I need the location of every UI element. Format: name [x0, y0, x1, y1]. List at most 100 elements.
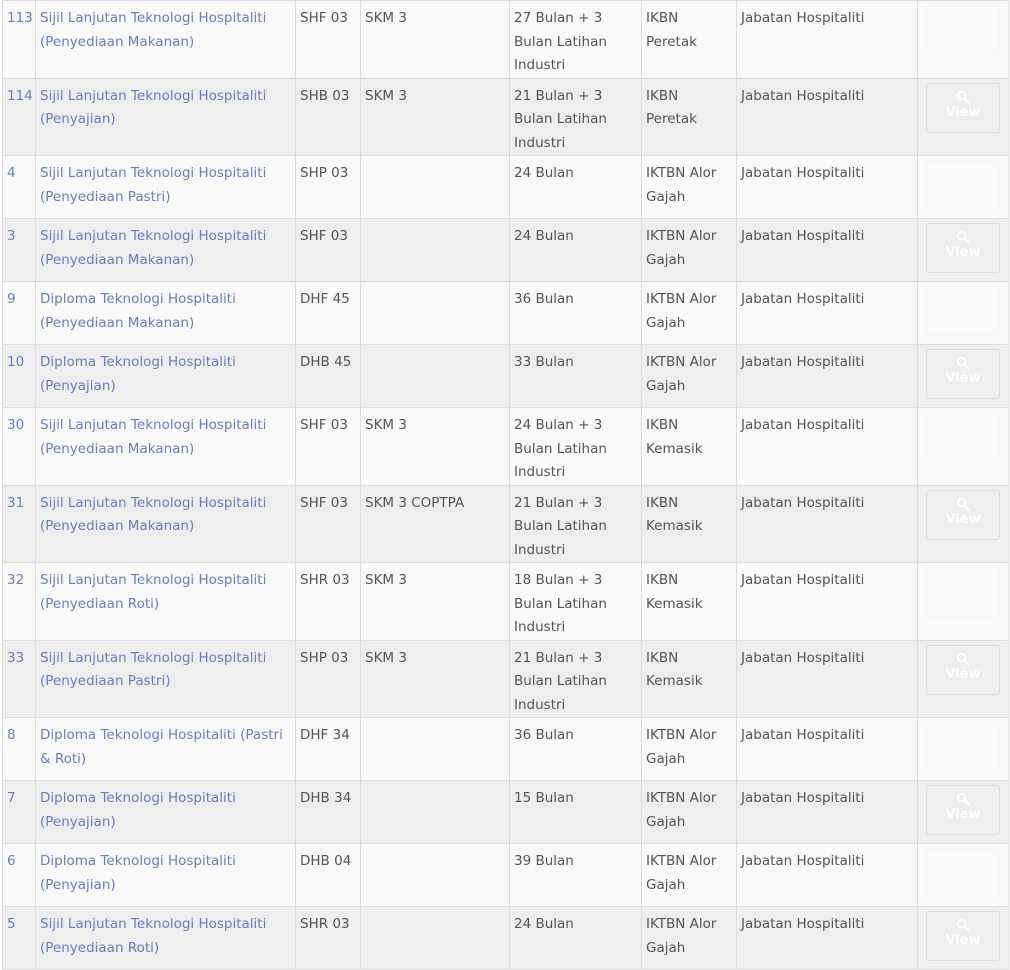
row-id[interactable]: 7	[2, 780, 36, 844]
search-icon	[956, 792, 970, 806]
row-id[interactable]: 8	[2, 717, 36, 781]
program-name-link[interactable]: Sijil Lanjutan Teknologi Hospitaliti (Pe…	[35, 155, 296, 219]
view-button-label: View	[945, 371, 981, 386]
row-id[interactable]: 4	[2, 155, 36, 219]
program-code: SHF 03	[295, 218, 361, 282]
department: Jabatan Hospitaliti	[736, 0, 918, 79]
search-icon	[956, 574, 970, 588]
skill-level: SKM 3	[360, 0, 510, 79]
search-icon	[956, 356, 970, 370]
view-button-label: View	[945, 589, 981, 604]
action-cell: View	[917, 407, 1009, 486]
institute: IKBN Kemasik	[641, 639, 737, 718]
action-cell: View	[917, 0, 1009, 79]
view-button[interactable]: View	[926, 223, 1000, 273]
program-name-link[interactable]: Diploma Teknologi Hospitaliti (Penyajian…	[35, 344, 296, 408]
table-row: 3 Sijil Lanjutan Teknologi Hospitaliti (P…	[2, 218, 1009, 282]
duration: 21 Bulan + 3 Bulan Latihan Industri	[509, 484, 642, 563]
view-button-label: View	[945, 434, 981, 449]
search-icon	[956, 293, 970, 307]
department: Jabatan Hospitaliti	[736, 344, 918, 408]
row-id[interactable]: 32	[2, 562, 36, 641]
search-icon	[956, 652, 970, 666]
department: Jabatan Hospitaliti	[736, 717, 918, 781]
view-button-label: View	[945, 807, 981, 822]
table-row: 4 Sijil Lanjutan Teknologi Hospitaliti (P…	[2, 155, 1009, 219]
program-name-link[interactable]: Diploma Teknologi Hospitaliti (Penyajian…	[35, 780, 296, 844]
institute: IKBN Kemasik	[641, 484, 737, 563]
view-button[interactable]: View	[926, 412, 1000, 462]
view-button[interactable]: View	[926, 722, 1000, 772]
institute: IKBN Kemasik	[641, 562, 737, 641]
department: Jabatan Hospitaliti	[736, 77, 918, 156]
skill-level: SKM 3 COPTPA	[360, 484, 510, 563]
view-button[interactable]: View	[926, 785, 1000, 835]
institute: IKTBN Alor Gajah	[641, 780, 737, 844]
table-row: 6 Diploma Teknologi Hospitaliti (Penyajia…	[2, 843, 1009, 907]
duration: 24 Bulan	[509, 155, 642, 219]
row-id[interactable]: 113	[2, 0, 36, 79]
row-id[interactable]: 9	[2, 281, 36, 345]
program-code: SHP 03	[295, 639, 361, 718]
program-name-link[interactable]: Sijil Lanjutan Teknologi Hospitaliti (Pe…	[35, 484, 296, 563]
duration: 27 Bulan + 3 Bulan Latihan Industri	[509, 0, 642, 79]
row-id[interactable]: 114	[2, 77, 36, 156]
program-name-link[interactable]: Sijil Lanjutan Teknologi Hospitaliti (Pe…	[35, 77, 296, 156]
program-name-link[interactable]: Sijil Lanjutan Teknologi Hospitaliti (Pe…	[35, 218, 296, 282]
program-code: SHF 03	[295, 484, 361, 563]
view-button[interactable]: View	[926, 5, 1000, 55]
program-code: SHP 03	[295, 155, 361, 219]
duration: 36 Bulan	[509, 281, 642, 345]
view-button[interactable]: View	[926, 82, 1000, 133]
action-cell: View	[917, 281, 1009, 345]
row-id[interactable]: 33	[2, 639, 36, 718]
institute: IKTBN Alor Gajah	[641, 281, 737, 345]
row-id[interactable]: 31	[2, 484, 36, 563]
program-name-link[interactable]: Sijil Lanjutan Teknologi Hospitaliti (Pe…	[35, 906, 296, 970]
skill-level	[360, 717, 510, 781]
action-cell: View	[917, 717, 1009, 781]
program-name-link[interactable]: Sijil Lanjutan Teknologi Hospitaliti (Pe…	[35, 407, 296, 486]
action-cell: View	[917, 906, 1009, 970]
table-row: 8 Diploma Teknologi Hospitaliti (Pastri &…	[2, 717, 1009, 781]
table-row: 30 Sijil Lanjutan Teknologi Hospitaliti (…	[2, 407, 1009, 486]
program-name-link[interactable]: Sijil Lanjutan Teknologi Hospitaliti (Pe…	[35, 0, 296, 79]
table-row: 10 Diploma Teknologi Hospitaliti (Penyaji…	[2, 344, 1009, 408]
view-button[interactable]: View	[926, 911, 1000, 961]
search-icon	[956, 497, 970, 511]
row-id[interactable]: 3	[2, 218, 36, 282]
row-id[interactable]: 6	[2, 843, 36, 907]
program-name-link[interactable]: Diploma Teknologi Hospitaliti (Penyajian…	[35, 843, 296, 907]
duration: 15 Bulan	[509, 780, 642, 844]
program-code: SHF 03	[295, 0, 361, 79]
action-cell: View	[917, 344, 1009, 408]
program-name-link[interactable]: Sijil Lanjutan Teknologi Hospitaliti (Pe…	[35, 562, 296, 641]
department: Jabatan Hospitaliti	[736, 906, 918, 970]
view-button[interactable]: View	[926, 160, 1000, 210]
view-button[interactable]: View	[926, 286, 1000, 336]
row-id[interactable]: 10	[2, 344, 36, 408]
view-button-label: View	[945, 182, 981, 197]
view-button-label: View	[945, 744, 981, 759]
program-code: DHB 45	[295, 344, 361, 408]
program-name-link[interactable]: Diploma Teknologi Hospitaliti (Penyediaa…	[35, 281, 296, 345]
row-id[interactable]: 30	[2, 407, 36, 486]
view-button[interactable]: View	[926, 349, 1000, 399]
table-row: 114 Sijil Lanjutan Teknologi Hospitaliti …	[2, 77, 1009, 156]
view-button[interactable]: View	[926, 489, 1000, 540]
duration: 24 Bulan	[509, 906, 642, 970]
view-button[interactable]: View	[926, 644, 1000, 695]
view-button-label: View	[945, 27, 981, 42]
program-name-link[interactable]: Diploma Teknologi Hospitaliti (Pastri & …	[35, 717, 296, 781]
program-name-link[interactable]: Sijil Lanjutan Teknologi Hospitaliti (Pe…	[35, 639, 296, 718]
row-id[interactable]: 5	[2, 906, 36, 970]
view-button[interactable]: View	[926, 567, 1000, 617]
view-button[interactable]: View	[926, 848, 1000, 898]
view-button-label: View	[945, 308, 981, 323]
skill-level	[360, 780, 510, 844]
department: Jabatan Hospitaliti	[736, 780, 918, 844]
search-icon	[956, 167, 970, 181]
duration: 36 Bulan	[509, 717, 642, 781]
program-code: SHR 03	[295, 906, 361, 970]
institute: IKTBN Alor Gajah	[641, 218, 737, 282]
